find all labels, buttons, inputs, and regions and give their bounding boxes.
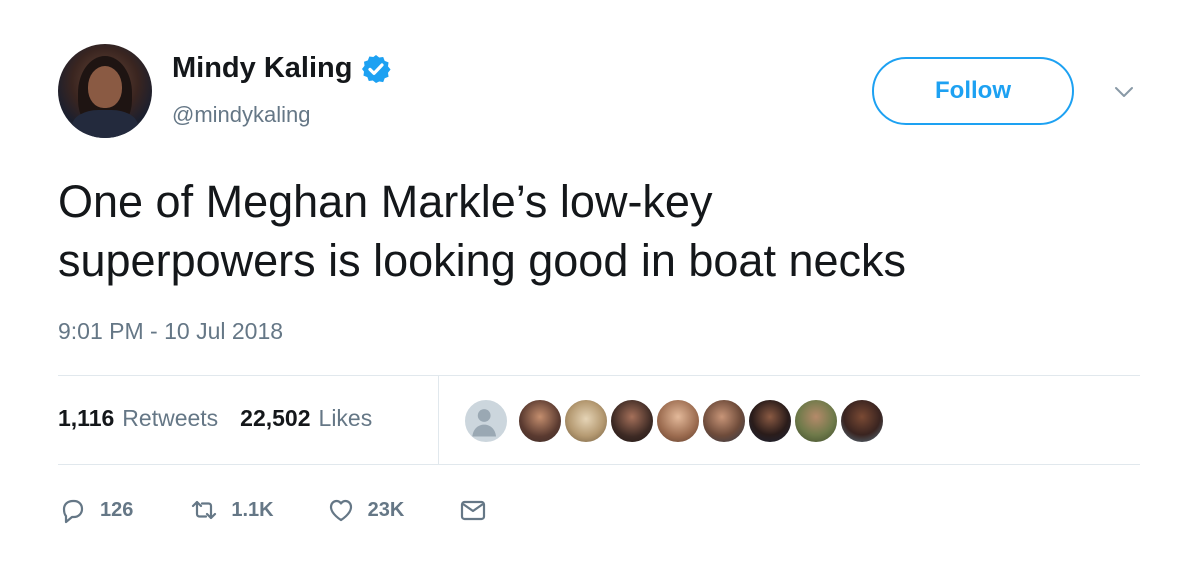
divider: [58, 375, 1140, 376]
avatar-face: [88, 66, 122, 108]
liker-avatar[interactable]: [839, 398, 885, 444]
default-user-icon: [472, 409, 497, 437]
user-name[interactable]: Mindy Kaling: [172, 52, 392, 85]
likes-count: 22,502: [240, 405, 311, 431]
tweet-text: One of Meghan Markle’s low-key superpowe…: [58, 172, 1158, 290]
reply-icon: [62, 499, 84, 524]
retweet-button[interactable]: 1.1K: [189, 495, 274, 525]
likes-stat[interactable]: 22,502 Likes: [240, 405, 372, 432]
tweet-card: Mindy Kaling @mindykaling Follow One of …: [0, 0, 1200, 577]
direct-message-button[interactable]: [458, 495, 488, 525]
divider: [58, 464, 1140, 465]
liker-avatar[interactable]: [793, 398, 839, 444]
retweets-stat[interactable]: 1,116 Retweets: [58, 405, 218, 432]
follow-button[interactable]: Follow: [872, 57, 1074, 125]
envelope-icon: [461, 500, 486, 521]
user-name-text: Mindy Kaling: [172, 52, 353, 84]
liker-avatars: [463, 398, 885, 444]
avatar[interactable]: [58, 44, 152, 138]
liker-avatar[interactable]: [747, 398, 793, 444]
chevron-down-icon[interactable]: [1110, 82, 1138, 102]
tweet-text-line: superpowers is looking good in boat neck…: [58, 235, 907, 286]
liker-avatar[interactable]: [655, 398, 701, 444]
retweet-count: 1.1K: [231, 498, 274, 521]
like-button[interactable]: 23K: [326, 495, 405, 525]
avatar-body: [72, 110, 138, 138]
reply-button[interactable]: 126: [58, 495, 133, 525]
liker-avatar[interactable]: [517, 398, 563, 444]
liker-avatar[interactable]: [563, 398, 609, 444]
retweets-count: 1,116: [58, 405, 115, 431]
verified-badge-icon: [362, 54, 391, 83]
heart-icon: [329, 499, 352, 522]
retweets-label: Retweets: [122, 405, 219, 431]
user-handle[interactable]: @mindykaling: [172, 102, 311, 128]
liker-avatar-default[interactable]: [463, 398, 509, 444]
tweet-text-line: One of Meghan Markle’s low-key: [58, 176, 713, 227]
tweet-actions: 126 1.1K 23K: [58, 495, 488, 525]
vertical-divider: [438, 375, 439, 464]
retweet-icon: [192, 500, 217, 520]
reply-count: 126: [100, 498, 134, 521]
tweet-timestamp[interactable]: 9:01 PM - 10 Jul 2018: [58, 318, 283, 345]
like-count: 23K: [367, 498, 405, 521]
liker-avatar[interactable]: [701, 398, 747, 444]
likes-label: Likes: [318, 405, 373, 431]
engagement-stats: 1,116 Retweets 22,502 Likes: [58, 405, 372, 432]
liker-avatar[interactable]: [609, 398, 655, 444]
